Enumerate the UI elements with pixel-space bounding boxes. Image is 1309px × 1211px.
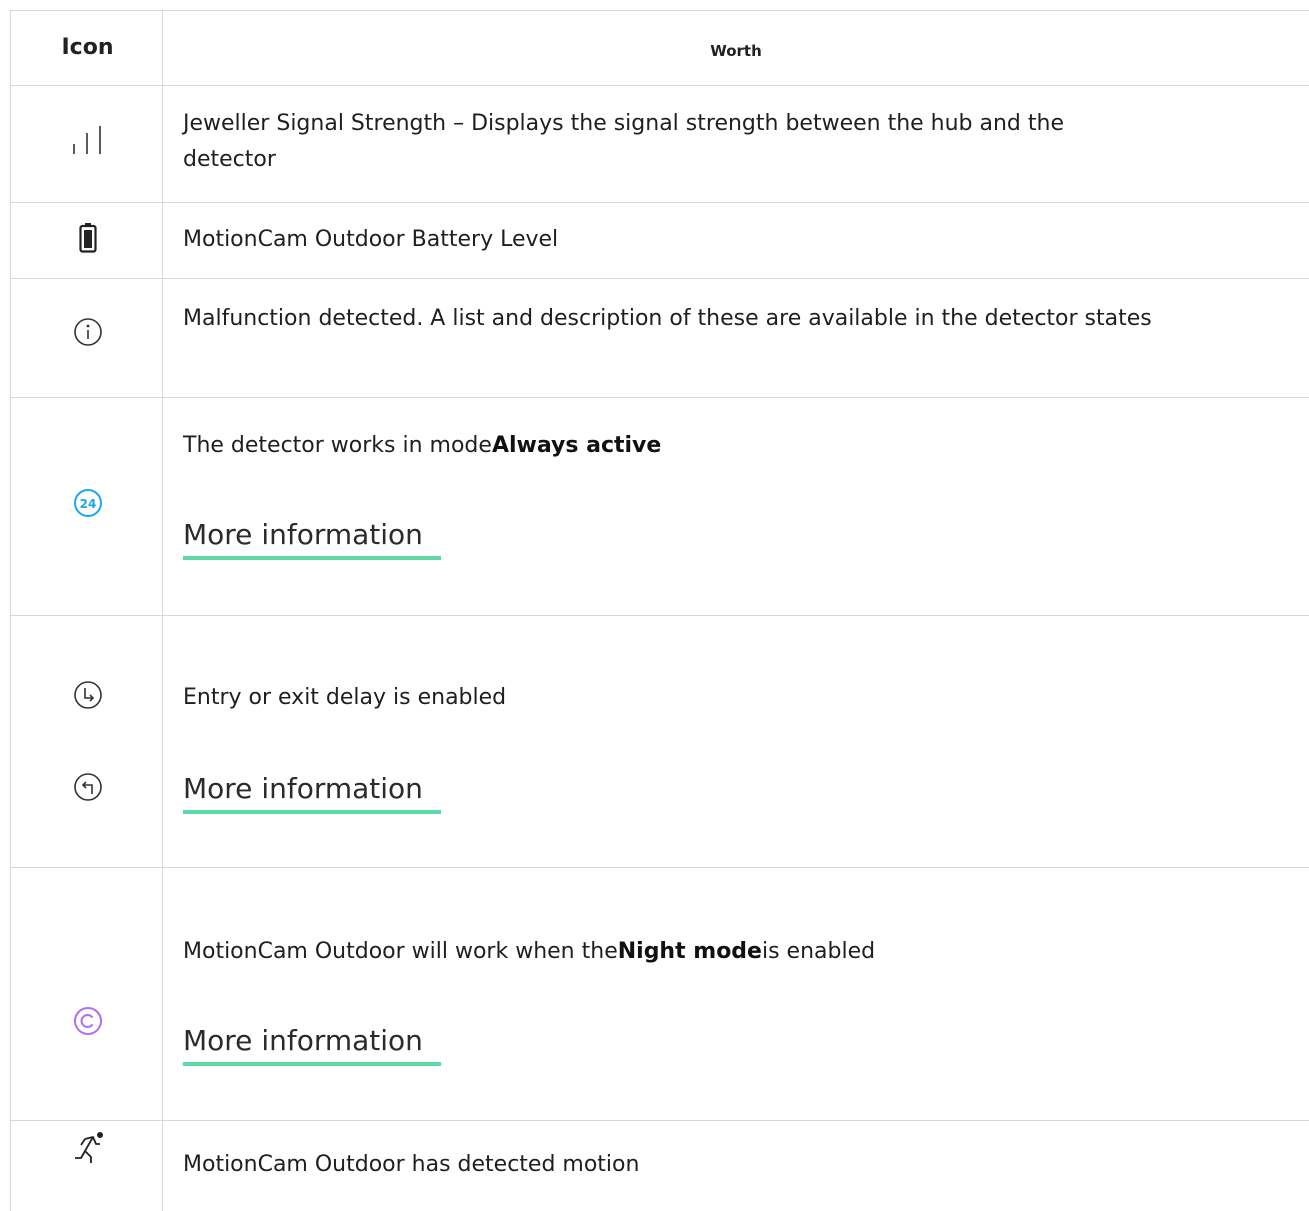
header-value-label: Worth xyxy=(710,42,762,60)
row-text: MotionCam Outdoor Battery Level xyxy=(183,227,559,252)
header-value-cell: Worth xyxy=(163,11,1309,85)
row-text-bold: Night mode xyxy=(617,939,762,964)
row-text: Jeweller Signal Strength – Displays the … xyxy=(183,111,1064,136)
icon-cell xyxy=(10,616,163,867)
always-active-24-icon: 24 xyxy=(73,488,103,518)
table-row: Malfunction detected. A list and descrip… xyxy=(10,279,1309,398)
table-row: MotionCam Outdoor has detected motion xyxy=(10,1121,1309,1211)
table-row: MotionCam Outdoor will work when theNigh… xyxy=(10,868,1309,1121)
always-active-24-label: 24 xyxy=(80,497,97,511)
icon-cell xyxy=(10,203,163,278)
table-row: Jeweller Signal Strength – Displays the … xyxy=(10,86,1309,203)
table-row: MotionCam Outdoor Battery Level xyxy=(10,203,1309,279)
header-icon-cell: Icon xyxy=(10,11,163,85)
value-cell: Malfunction detected. A list and descrip… xyxy=(163,279,1309,397)
icon-cell xyxy=(10,86,163,202)
row-text-plain: The detector works in mode xyxy=(183,433,492,458)
info-icon xyxy=(73,317,103,347)
row-text-continued: detector xyxy=(183,147,276,172)
battery-icon xyxy=(79,223,97,253)
icon-cell xyxy=(10,279,163,397)
signal-strength-icon xyxy=(71,125,105,155)
icon-cell: 24 xyxy=(10,398,163,615)
icon-cell xyxy=(10,868,163,1120)
icon-cell xyxy=(10,1121,163,1211)
row-text: The detector works in modeAlways active xyxy=(183,428,661,464)
value-cell: MotionCam Outdoor Battery Level xyxy=(163,203,1309,278)
table-header-row: Icon Worth xyxy=(10,10,1309,86)
row-text-plain: MotionCam Outdoor will work when the xyxy=(183,939,618,964)
row-text-after: is enabled xyxy=(761,939,876,964)
row-text: Entry or exit delay is enabled xyxy=(183,685,507,710)
value-cell: MotionCam Outdoor has detected motion xyxy=(163,1121,1309,1211)
row-text: MotionCam Outdoor will work when theNigh… xyxy=(183,934,875,970)
value-cell: MotionCam Outdoor will work when theNigh… xyxy=(163,868,1309,1120)
row-text: MotionCam Outdoor has detected motion xyxy=(183,1152,640,1177)
night-mode-icon xyxy=(73,1006,103,1036)
motion-detected-icon xyxy=(71,1131,105,1165)
value-cell: The detector works in modeAlways active … xyxy=(163,398,1309,615)
value-cell: Jeweller Signal Strength – Displays the … xyxy=(163,86,1309,202)
value-cell: Entry or exit delay is enabled More info… xyxy=(163,616,1309,867)
more-information-link[interactable]: More information xyxy=(183,1024,441,1066)
row-text-bold: Always active xyxy=(491,433,662,458)
header-icon-label: Icon xyxy=(61,35,114,60)
row-text: Malfunction detected. A list and descrip… xyxy=(183,306,1152,331)
entry-delay-icon xyxy=(73,680,103,710)
table-row: 24 The detector works in modeAlways acti… xyxy=(10,398,1309,616)
exit-delay-icon xyxy=(73,772,103,802)
more-information-link[interactable]: More information xyxy=(183,772,441,814)
table-row: Entry or exit delay is enabled More info… xyxy=(10,616,1309,868)
more-information-link[interactable]: More information xyxy=(183,518,441,560)
